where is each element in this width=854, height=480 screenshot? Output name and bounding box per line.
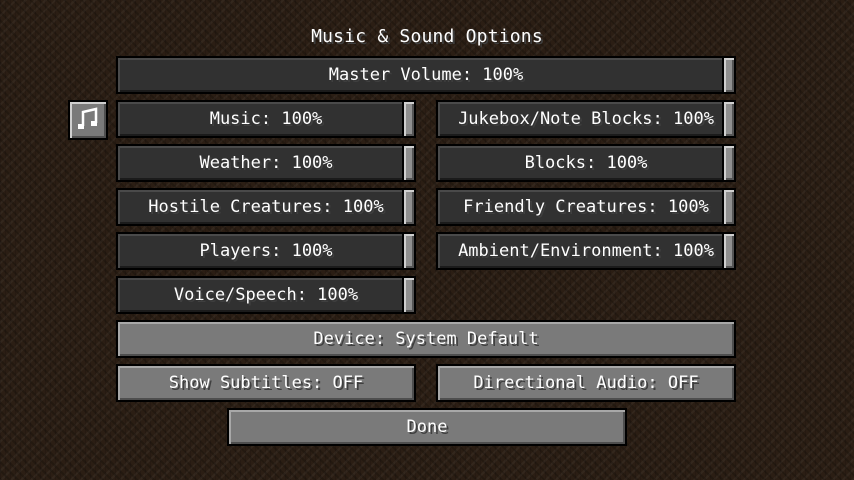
weather-label: Weather: 100% [199,153,333,173]
device-label: Device: System Default [313,329,539,349]
jukebox-slider[interactable]: Jukebox/Note Blocks: 100% [436,100,736,138]
master-volume-handle[interactable] [722,56,736,94]
music-toggle-button[interactable] [68,100,108,140]
hostile-creatures-handle[interactable] [402,188,416,226]
show-subtitles-button[interactable]: Show Subtitles: OFF [116,364,416,402]
show-subtitles-label: Show Subtitles: OFF [168,373,364,393]
hostile-creatures-slider[interactable]: Hostile Creatures: 100% [116,188,416,226]
friendly-creatures-handle[interactable] [722,188,736,226]
players-label: Players: 100% [199,241,333,261]
directional-audio-label: Directional Audio: OFF [473,373,699,393]
players-slider[interactable]: Players: 100% [116,232,416,270]
ambient-slider[interactable]: Ambient/Environment: 100% [436,232,736,270]
page-title: Music & Sound Options [311,26,543,47]
friendly-creatures-slider[interactable]: Friendly Creatures: 100% [436,188,736,226]
done-label: Done [406,417,448,437]
music-slider[interactable]: Music: 100% [116,100,416,138]
music-handle[interactable] [402,100,416,138]
jukebox-handle[interactable] [722,100,736,138]
done-button[interactable]: Done [227,408,627,446]
blocks-slider[interactable]: Blocks: 100% [436,144,736,182]
ambient-label: Ambient/Environment: 100% [458,241,714,261]
weather-slider[interactable]: Weather: 100% [116,144,416,182]
friendly-creatures-label: Friendly Creatures: 100% [463,197,709,217]
voice-speech-slider[interactable]: Voice/Speech: 100% [116,276,416,314]
music-label: Music: 100% [209,109,323,129]
jukebox-label: Jukebox/Note Blocks: 100% [458,109,714,129]
voice-speech-label: Voice/Speech: 100% [173,285,359,305]
blocks-label: Blocks: 100% [524,153,648,173]
music-note-icon [78,107,98,129]
device-button[interactable]: Device: System Default [116,320,736,358]
directional-audio-button[interactable]: Directional Audio: OFF [436,364,736,402]
ambient-handle[interactable] [722,232,736,270]
master-volume-label: Master Volume: 100% [328,65,524,85]
players-handle[interactable] [402,232,416,270]
weather-handle[interactable] [402,144,416,182]
voice-speech-handle[interactable] [402,276,416,314]
blocks-handle[interactable] [722,144,736,182]
master-volume-slider[interactable]: Master Volume: 100% [116,56,736,94]
hostile-creatures-label: Hostile Creatures: 100% [148,197,384,217]
